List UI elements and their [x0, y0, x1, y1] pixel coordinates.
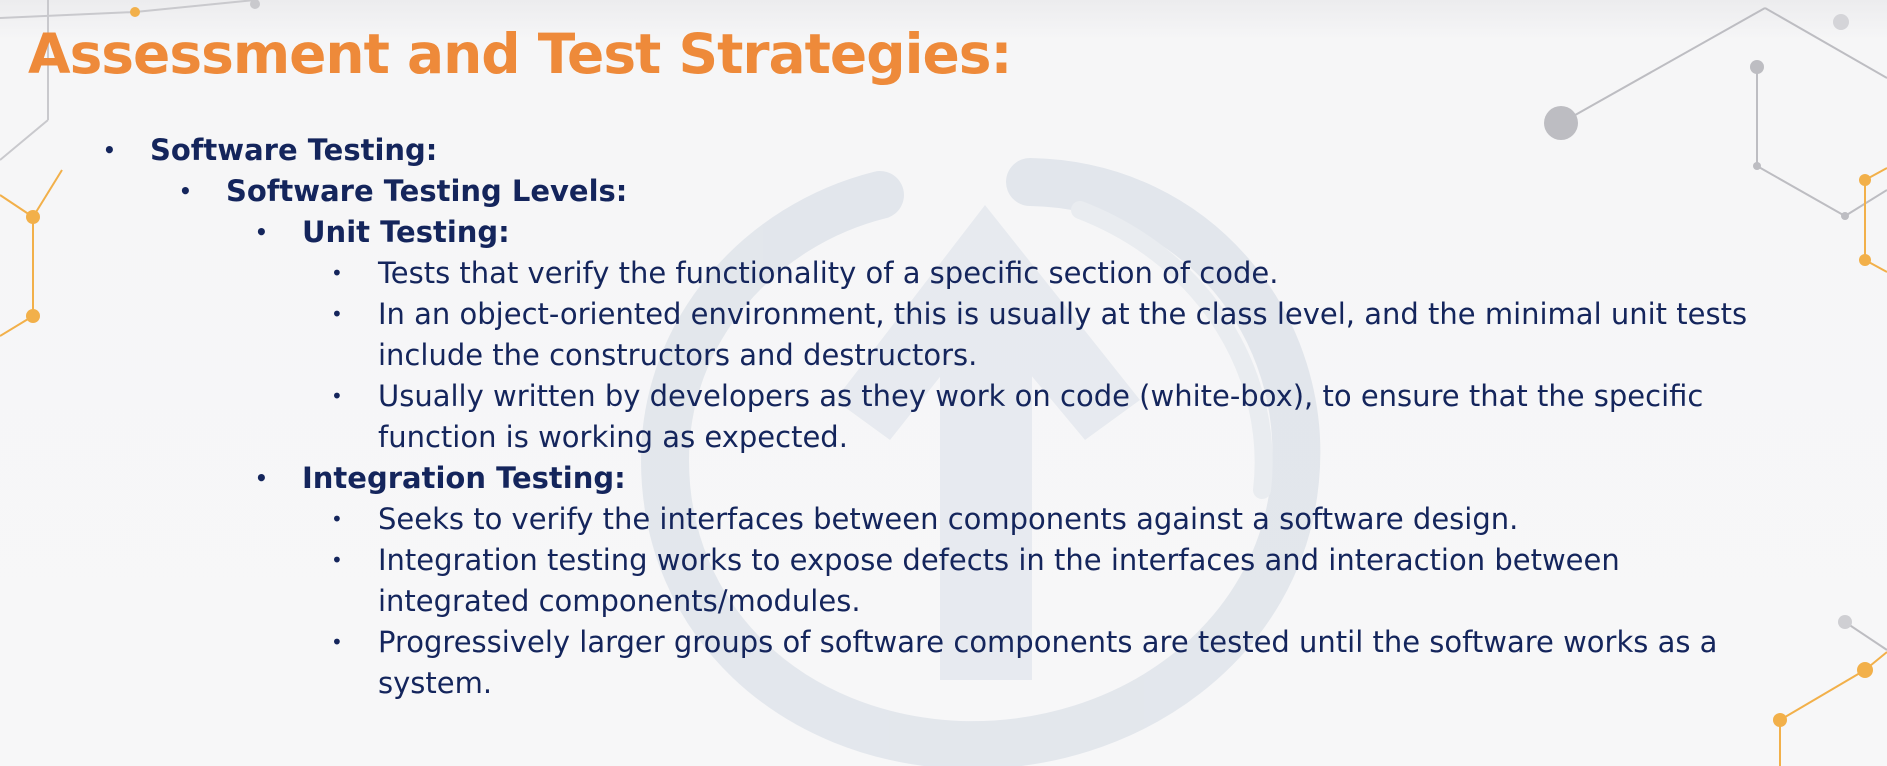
list-item-software-testing: • Software Testing: [0, 130, 1887, 171]
list-item-unit-testing: • Unit Testing: [0, 212, 1887, 253]
list-item-text: Tests that verify the functionality of a… [378, 256, 1279, 290]
list-item-text: Integration testing works to expose defe… [378, 543, 1620, 577]
list-item-integration-point-3-continuation: system. [378, 666, 493, 700]
list-item-testing-levels: • Software Testing Levels: [0, 171, 1887, 212]
bullet-outline: • Software Testing: • Software Testing L… [0, 130, 1887, 704]
list-item-unit-point-2: • In an object-oriented environment, thi… [0, 294, 1887, 335]
bullet-marker: • [179, 179, 192, 203]
bullet-marker: • [331, 261, 343, 285]
list-item-text: Usually written by developers as they wo… [378, 379, 1704, 413]
bullet-marker: • [255, 220, 268, 244]
list-item-integration-point-2-continuation: integrated components/modules. [378, 584, 861, 618]
slide: Assessment and Test Strategies: • Softwa… [0, 0, 1887, 766]
slide-title: Assessment and Test Strategies: [28, 22, 1012, 86]
bullet-marker: • [331, 302, 343, 326]
list-item-integration-point-1: • Seeks to verify the interfaces between… [0, 499, 1887, 540]
list-item-unit-point-3-continuation: function is working as expected. [378, 420, 848, 454]
list-item-unit-point-1: • Tests that verify the functionality of… [0, 253, 1887, 294]
list-item-label: Software Testing Levels: [226, 174, 628, 208]
list-item-unit-point-2-continuation: include the constructors and destructors… [378, 338, 978, 372]
list-item-text: Progressively larger groups of software … [378, 625, 1718, 659]
bullet-marker: • [255, 466, 268, 490]
bullet-marker: • [331, 630, 343, 654]
bullet-marker: • [103, 138, 116, 162]
list-item-label: Software Testing: [150, 133, 438, 167]
list-item-unit-point-3: • Usually written by developers as they … [0, 376, 1887, 417]
list-item-integration-point-3: • Progressively larger groups of softwar… [0, 622, 1887, 663]
list-item-text: Seeks to verify the interfaces between c… [378, 502, 1519, 536]
bullet-marker: • [331, 548, 343, 572]
list-item-label: Integration Testing: [302, 461, 626, 495]
bullet-marker: • [331, 507, 343, 531]
list-item-integration-point-2: • Integration testing works to expose de… [0, 540, 1887, 581]
list-item-label: Unit Testing: [302, 215, 510, 249]
list-item-text: In an object-oriented environment, this … [378, 297, 1748, 331]
list-item-integration-testing: • Integration Testing: [0, 458, 1887, 499]
bullet-marker: • [331, 384, 343, 408]
